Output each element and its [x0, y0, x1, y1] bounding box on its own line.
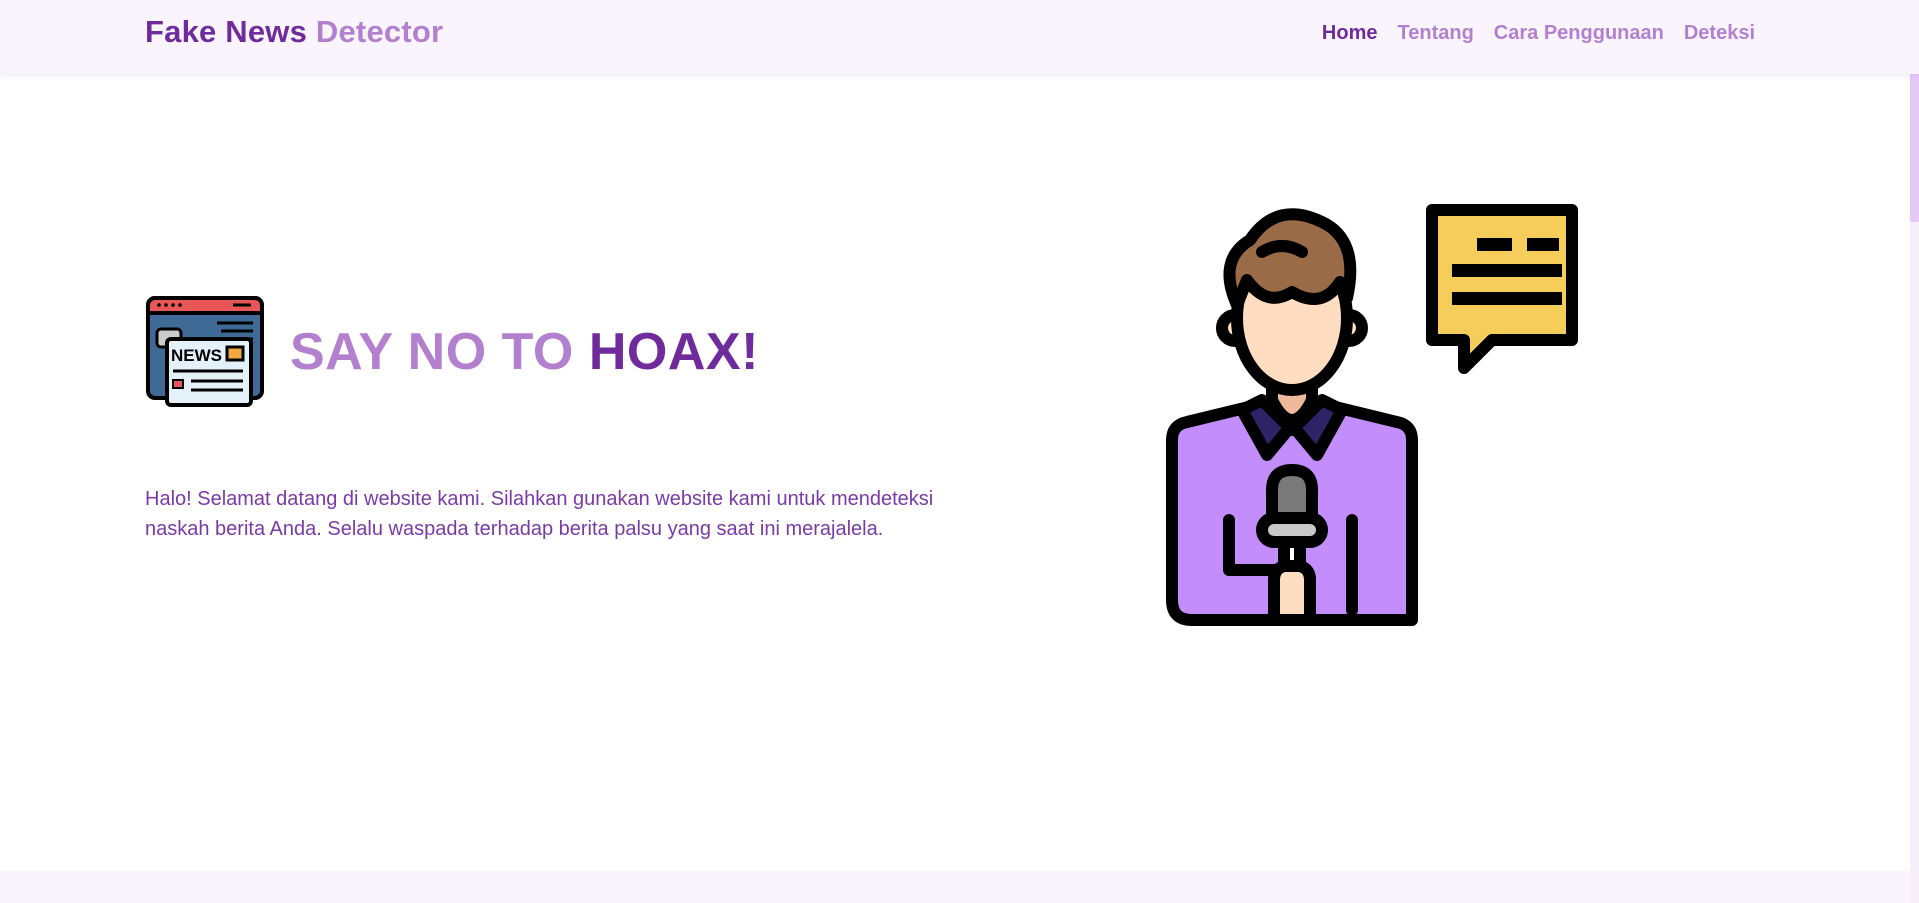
nav-item-cara-penggunaan[interactable]: Cara Penggunaan: [1494, 22, 1664, 45]
nav-item-deteksi[interactable]: Deteksi: [1684, 22, 1755, 45]
brand-name-secondary: Detector: [315, 14, 444, 49]
nav-item-tentang[interactable]: Tentang: [1398, 22, 1474, 45]
news-icon-label: NEWS: [171, 346, 222, 365]
brand-logo[interactable]: Fake News Detector: [145, 14, 443, 50]
page-scrollbar[interactable]: [1910, 0, 1919, 903]
headline-light: SAY NO TO: [290, 323, 574, 381]
news-icon: NEWS: [146, 296, 264, 407]
footer-strip: [0, 871, 1919, 903]
news-reporter-illustration: [1166, 204, 1578, 626]
headline-dark: HOAX!: [588, 323, 759, 381]
brand-name-primary: Fake News: [145, 14, 308, 49]
nav-menu: Home Tentang Cara Penggunaan Deteksi: [1322, 22, 1755, 45]
intro-text: Halo! Selamat datang di website kami. Si…: [145, 488, 934, 540]
navbar: Fake News Detector Home Tentang Cara Pen…: [0, 0, 1919, 74]
nav-item-home[interactable]: Home: [1322, 22, 1378, 45]
hero-headline: SAY NO TO HOAX!: [290, 322, 759, 382]
hero-title: NEWS SAY NO TO HOAX!: [145, 295, 759, 409]
